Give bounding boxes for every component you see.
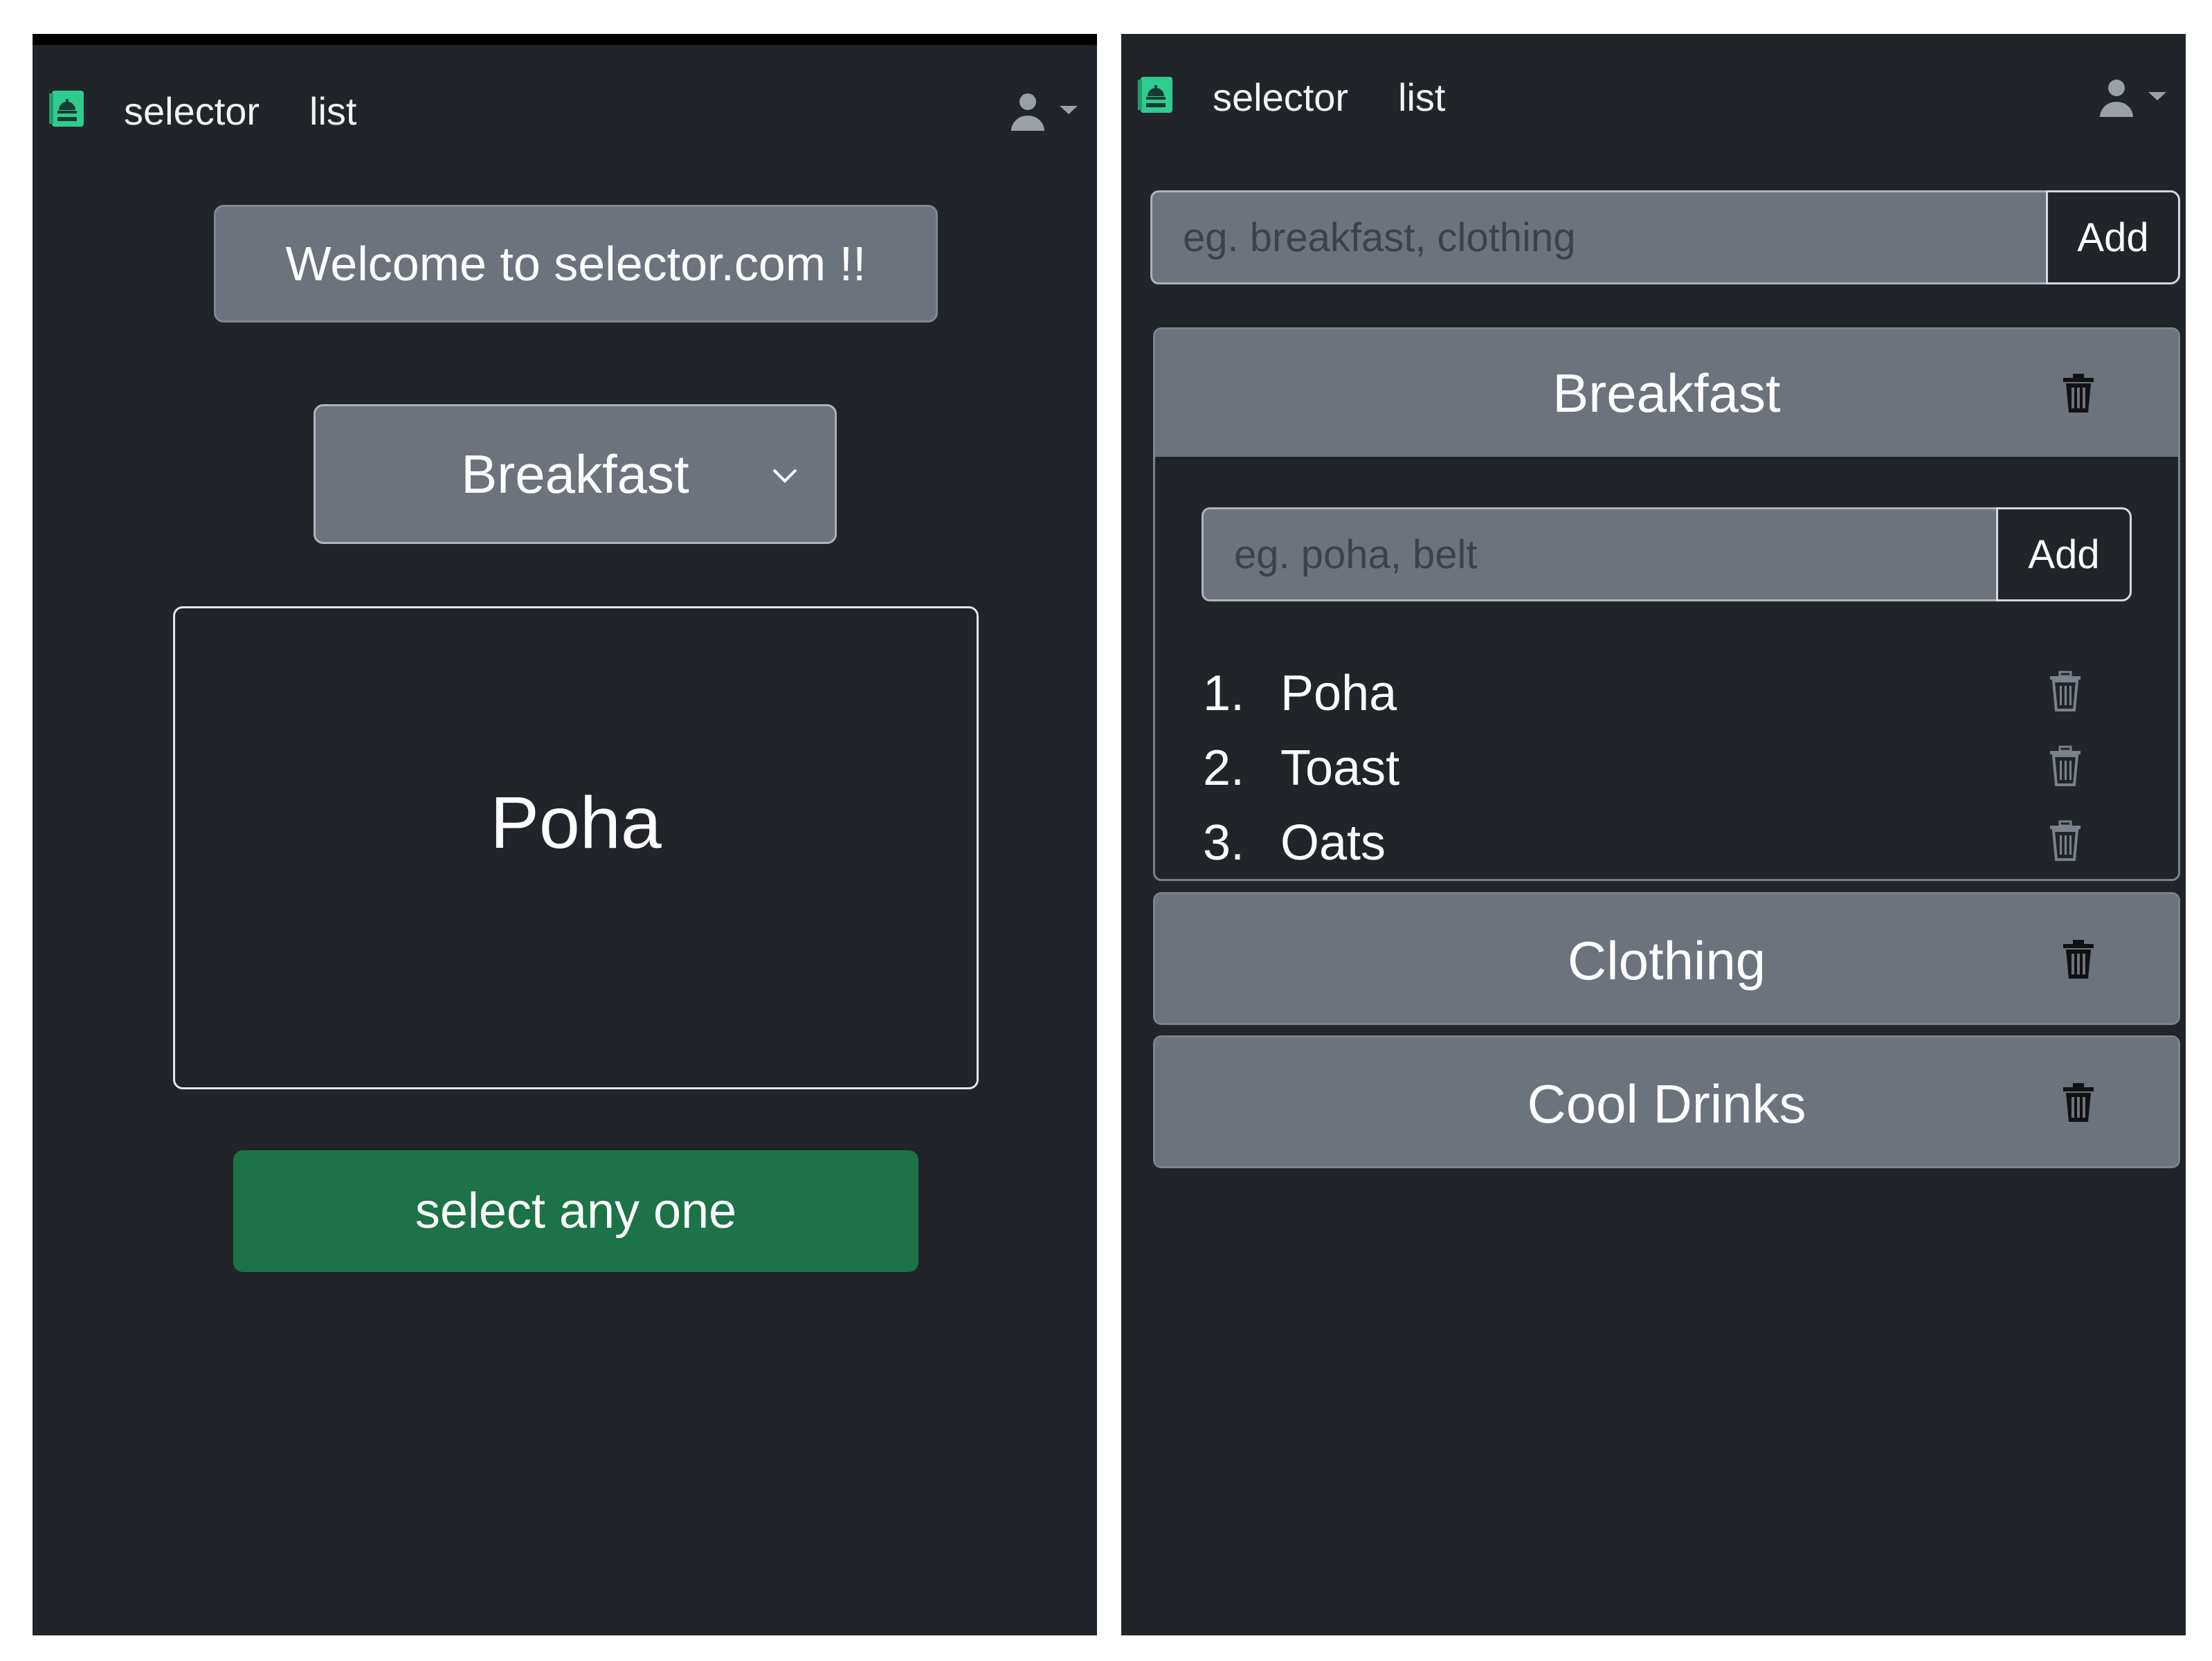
caret-down-icon [2148, 92, 2166, 100]
user-icon[interactable] [1001, 92, 1085, 134]
trash-icon[interactable] [2060, 1082, 2096, 1123]
result-box: Poha [173, 606, 979, 1089]
menu-book-icon[interactable] [48, 89, 87, 128]
item-number: 1. [1203, 666, 1245, 721]
list-item: 1. Poha [1203, 657, 2116, 732]
category-title: Clothing [1567, 929, 1766, 991]
add-category-button[interactable]: Add [2046, 190, 2180, 284]
brand-link[interactable]: selector [124, 91, 260, 132]
category-card-cool-drinks: Cool Drinks [1153, 1035, 2180, 1168]
item-name: Poha [1280, 666, 1397, 721]
category-title: Cool Drinks [1527, 1073, 1806, 1134]
brand-link[interactable]: selector [1213, 77, 1348, 118]
chevron-down-icon [772, 469, 797, 483]
trash-icon[interactable] [2060, 372, 2096, 414]
navbar: selector list [33, 69, 1097, 158]
category-select[interactable]: Breakfast [314, 404, 837, 544]
trash-outline-icon[interactable] [2047, 671, 2083, 712]
item-list: 1. Poha 2. Toast 3. Oats [1203, 657, 2116, 881]
category-title: Breakfast [1552, 362, 1781, 424]
category-header[interactable]: Breakfast [1155, 329, 2178, 457]
item-name: Toast [1280, 741, 1400, 796]
item-input[interactable]: eg. poha, belt [1202, 507, 1996, 601]
selected-result: Poha [490, 782, 662, 864]
item-input-group: eg. poha, belt Add [1202, 507, 2132, 601]
item-number: 3. [1203, 815, 1245, 871]
trash-outline-icon[interactable] [2047, 820, 2083, 862]
navbar: selector list [1121, 55, 2186, 145]
category-card-clothing: Clothing [1153, 892, 2180, 1025]
menu-book-icon[interactable] [1136, 75, 1175, 114]
category-input-group: eg. breakfast, clothing Add [1150, 190, 2180, 284]
nav-link-list[interactable]: list [309, 91, 356, 132]
list-item: 2. Toast [1203, 732, 2116, 806]
list-item: 3. Oats [1203, 806, 2116, 881]
selector-list-screen: selector list eg. breakfast, clothing Ad… [1121, 34, 2186, 1635]
user-icon[interactable] [2090, 78, 2173, 120]
item-name: Oats [1280, 815, 1386, 871]
selector-home-screen: selector list Welcome to selector.com !!… [33, 34, 1097, 1635]
category-header[interactable]: Cool Drinks [1155, 1037, 2178, 1166]
category-header[interactable]: Clothing [1155, 894, 2178, 1023]
category-select-value: Breakfast [461, 443, 689, 505]
trash-icon[interactable] [2060, 938, 2096, 980]
category-input[interactable]: eg. breakfast, clothing [1150, 190, 2046, 284]
add-item-button[interactable]: Add [1996, 507, 2132, 601]
caret-down-icon [1060, 106, 1078, 114]
welcome-banner: Welcome to selector.com !! [214, 205, 938, 323]
select-any-one-button[interactable]: select any one [233, 1150, 918, 1272]
nav-link-list[interactable]: list [1398, 77, 1445, 118]
item-number: 2. [1203, 741, 1245, 796]
trash-outline-icon[interactable] [2047, 745, 2083, 787]
